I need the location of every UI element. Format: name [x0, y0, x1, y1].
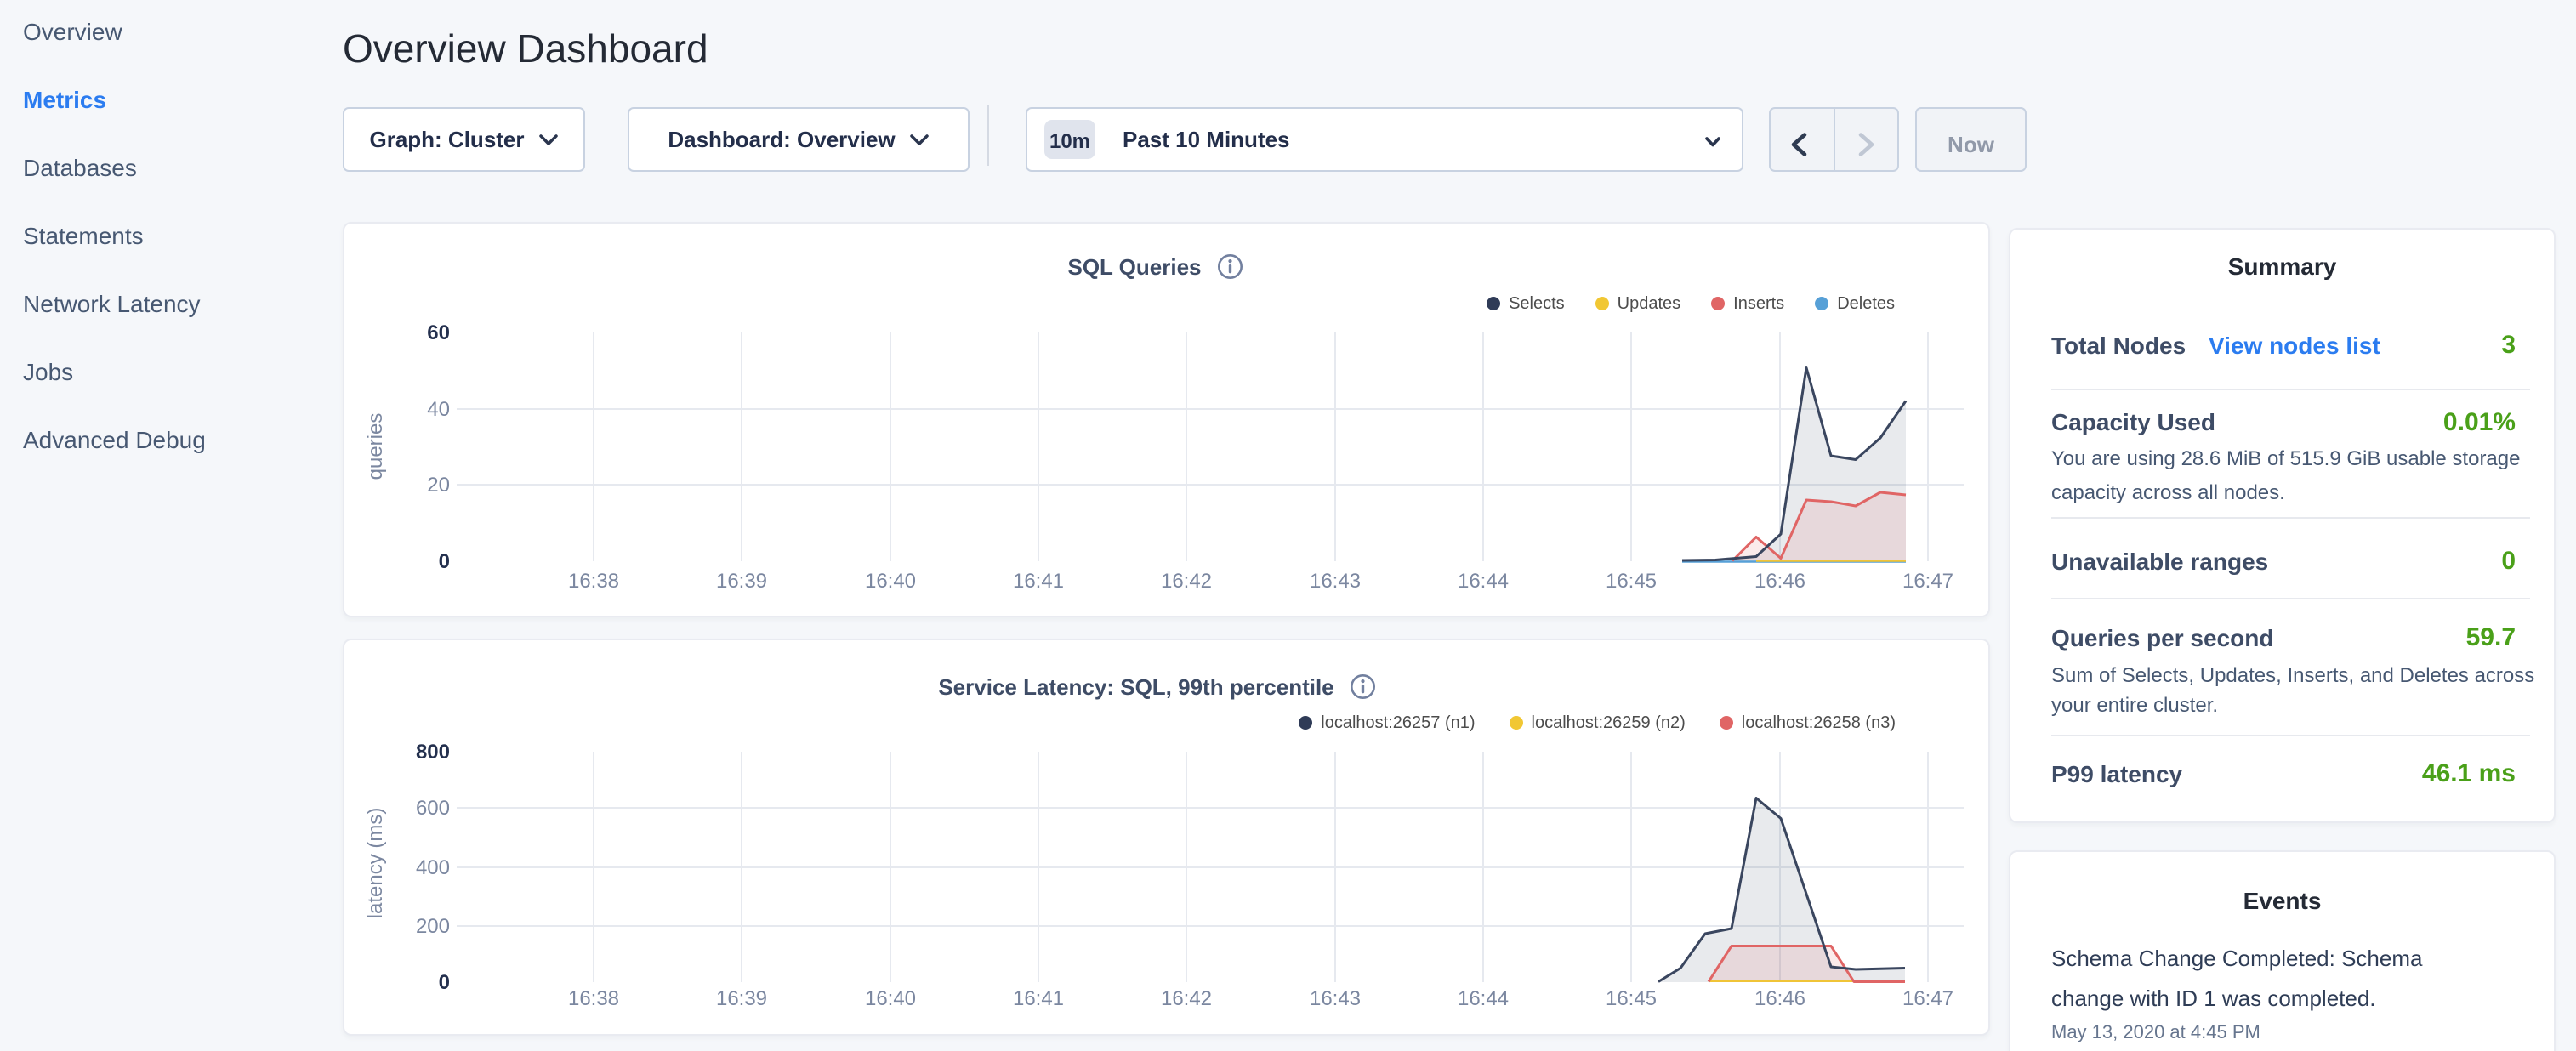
- svg-text:60: 60: [427, 321, 450, 344]
- svg-text:queries: queries: [364, 413, 387, 480]
- svg-text:16:38: 16:38: [568, 987, 619, 1010]
- svg-text:16:46: 16:46: [1754, 570, 1805, 593]
- svg-text:40: 40: [427, 398, 450, 421]
- svg-text:16:44: 16:44: [1458, 987, 1509, 1010]
- svg-text:400: 400: [416, 856, 450, 879]
- svg-text:16:47: 16:47: [1902, 987, 1953, 1010]
- svg-text:600: 600: [416, 797, 450, 820]
- svg-text:16:41: 16:41: [1013, 570, 1064, 593]
- svg-text:16:44: 16:44: [1458, 570, 1509, 593]
- svg-text:16:46: 16:46: [1754, 987, 1805, 1010]
- svg-text:16:38: 16:38: [568, 570, 619, 593]
- svg-text:16:41: 16:41: [1013, 987, 1064, 1010]
- svg-text:0: 0: [439, 971, 450, 994]
- svg-text:16:40: 16:40: [865, 570, 916, 593]
- svg-text:16:47: 16:47: [1902, 570, 1953, 593]
- svg-text:20: 20: [427, 474, 450, 497]
- svg-text:800: 800: [416, 741, 450, 764]
- svg-text:16:45: 16:45: [1606, 570, 1657, 593]
- svg-text:16:42: 16:42: [1161, 987, 1212, 1010]
- svg-text:16:40: 16:40: [865, 987, 916, 1010]
- svg-text:16:39: 16:39: [716, 570, 767, 593]
- svg-text:16:39: 16:39: [716, 987, 767, 1010]
- svg-text:16:43: 16:43: [1310, 570, 1361, 593]
- svg-text:16:43: 16:43: [1310, 987, 1361, 1010]
- svg-text:200: 200: [416, 915, 450, 938]
- svg-text:16:42: 16:42: [1161, 570, 1212, 593]
- svg-text:0: 0: [439, 550, 450, 573]
- svg-text:16:45: 16:45: [1606, 987, 1657, 1010]
- svg-text:latency (ms): latency (ms): [364, 808, 387, 919]
